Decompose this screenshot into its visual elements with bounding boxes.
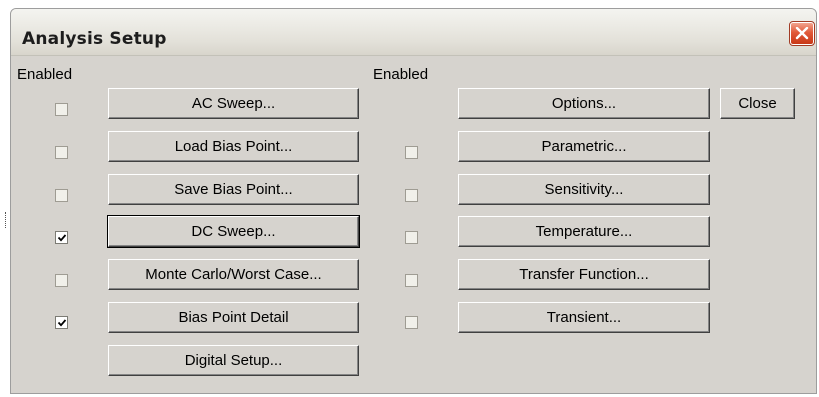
monte-carlo-checkbox[interactable] bbox=[55, 274, 68, 287]
transient-button[interactable]: Transient... bbox=[458, 302, 710, 333]
close-x-icon bbox=[795, 27, 809, 40]
monte-carlo-worst-case-button[interactable]: Monte Carlo/Worst Case... bbox=[108, 259, 359, 290]
save-bias-point-checkbox[interactable] bbox=[55, 189, 68, 202]
left-enabled-header: Enabled bbox=[17, 66, 73, 83]
transfer-function-checkbox[interactable] bbox=[405, 274, 418, 287]
bias-point-detail-checkbox[interactable] bbox=[55, 316, 68, 329]
bias-point-detail-button[interactable]: Bias Point Detail bbox=[108, 302, 359, 333]
title-bar[interactable]: Analysis Setup bbox=[11, 9, 816, 56]
parametric-checkbox[interactable] bbox=[405, 146, 418, 159]
close-button[interactable]: Close bbox=[720, 88, 795, 119]
dc-sweep-button[interactable]: DC Sweep... bbox=[107, 215, 360, 248]
window-close-button[interactable] bbox=[789, 21, 815, 46]
checkmark-icon bbox=[57, 234, 67, 242]
ac-sweep-checkbox[interactable] bbox=[55, 103, 68, 116]
digital-setup-button[interactable]: Digital Setup... bbox=[108, 345, 359, 376]
sensitivity-button[interactable]: Sensitivity... bbox=[458, 174, 710, 205]
analysis-setup-dialog: Analysis Setup Enabled Enabled AC Sweep.… bbox=[10, 8, 817, 394]
parametric-button[interactable]: Parametric... bbox=[458, 131, 710, 162]
dc-sweep-checkbox[interactable] bbox=[55, 231, 68, 244]
transient-checkbox[interactable] bbox=[405, 316, 418, 329]
right-enabled-header: Enabled bbox=[373, 66, 429, 83]
load-bias-point-button[interactable]: Load Bias Point... bbox=[108, 131, 359, 162]
load-bias-point-checkbox[interactable] bbox=[55, 146, 68, 159]
temperature-checkbox[interactable] bbox=[405, 231, 418, 244]
save-bias-point-button[interactable]: Save Bias Point... bbox=[108, 174, 359, 205]
edge-marker bbox=[5, 212, 7, 228]
dialog-title: Analysis Setup bbox=[22, 29, 167, 49]
ac-sweep-button[interactable]: AC Sweep... bbox=[108, 88, 359, 119]
transfer-function-button[interactable]: Transfer Function... bbox=[458, 259, 710, 290]
sensitivity-checkbox[interactable] bbox=[405, 189, 418, 202]
options-button[interactable]: Options... bbox=[458, 88, 710, 119]
temperature-button[interactable]: Temperature... bbox=[458, 216, 710, 247]
checkmark-icon bbox=[57, 319, 67, 327]
